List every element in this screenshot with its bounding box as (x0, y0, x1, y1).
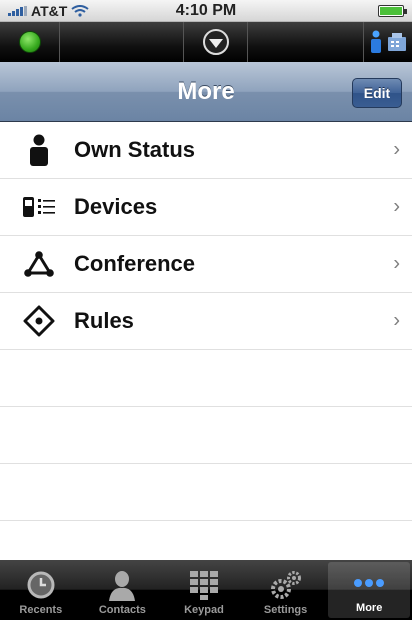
presence-segment[interactable] (0, 22, 60, 62)
tab-label: Settings (263, 604, 308, 616)
battery-icon (378, 4, 407, 17)
list-item-conference[interactable]: Conference › (0, 236, 412, 293)
desk-phone-icon (388, 33, 406, 51)
tab-label: Recents (19, 604, 63, 616)
device-segment[interactable] (364, 22, 412, 62)
chevron-right-icon: › (393, 138, 400, 161)
top-toolbar (0, 22, 412, 62)
tab-more[interactable]: More (328, 562, 410, 618)
rules-diamond-icon (22, 304, 56, 338)
list-item-label: Conference (74, 251, 196, 276)
empty-list-row (0, 350, 412, 407)
tab-label: Keypad (184, 604, 224, 616)
person-device-icon (371, 30, 381, 53)
edit-button[interactable]: Edit (352, 78, 402, 108)
list-item-rules[interactable]: Rules › (0, 293, 412, 350)
contact-silhouette-icon (107, 568, 137, 602)
list-item-label: Own Status (74, 137, 196, 162)
tab-recents[interactable]: Recents (0, 560, 82, 620)
navigation-bar: More Edit (0, 62, 412, 122)
toolbar-spacer-left (60, 22, 184, 62)
chevron-right-icon: › (393, 252, 400, 275)
tab-keypad[interactable]: Keypad (163, 560, 245, 620)
gears-icon (269, 568, 303, 602)
tab-contacts[interactable]: Contacts (82, 560, 164, 620)
more-dots-icon (352, 566, 386, 600)
status-left: AT&T (8, 3, 89, 19)
page-title: More (177, 77, 235, 105)
clock-icon (26, 568, 56, 602)
keypad-icon (189, 568, 219, 602)
more-menu-list: Own Status › Devices › Conference › Rule… (0, 122, 412, 521)
tab-settings[interactable]: Settings (245, 560, 327, 620)
tab-label: Contacts (98, 604, 146, 616)
status-bar: AT&T 4:10 PM (0, 0, 412, 22)
person-icon (22, 133, 56, 167)
tab-bar: Recents Contacts Keypad Settings More (0, 560, 412, 620)
wifi-icon (71, 4, 89, 17)
tab-label: More (356, 602, 383, 614)
empty-list-row (0, 464, 412, 521)
list-item-own-status[interactable]: Own Status › (0, 122, 412, 179)
dropdown-menu-icon[interactable] (202, 29, 229, 55)
toolbar-spacer-right (248, 22, 364, 62)
carrier-label: AT&T (31, 2, 68, 19)
presence-status-icon[interactable] (18, 31, 41, 53)
chevron-right-icon: › (393, 195, 400, 218)
list-item-devices[interactable]: Devices › (0, 179, 412, 236)
devices-list-icon (22, 190, 56, 224)
menu-segment[interactable] (184, 22, 248, 62)
signal-bars-icon (8, 5, 27, 16)
conference-triangle-icon (22, 247, 56, 281)
chevron-right-icon: › (393, 309, 400, 332)
list-item-label: Devices (74, 194, 158, 219)
empty-list-row (0, 407, 412, 464)
list-item-label: Rules (74, 308, 134, 333)
